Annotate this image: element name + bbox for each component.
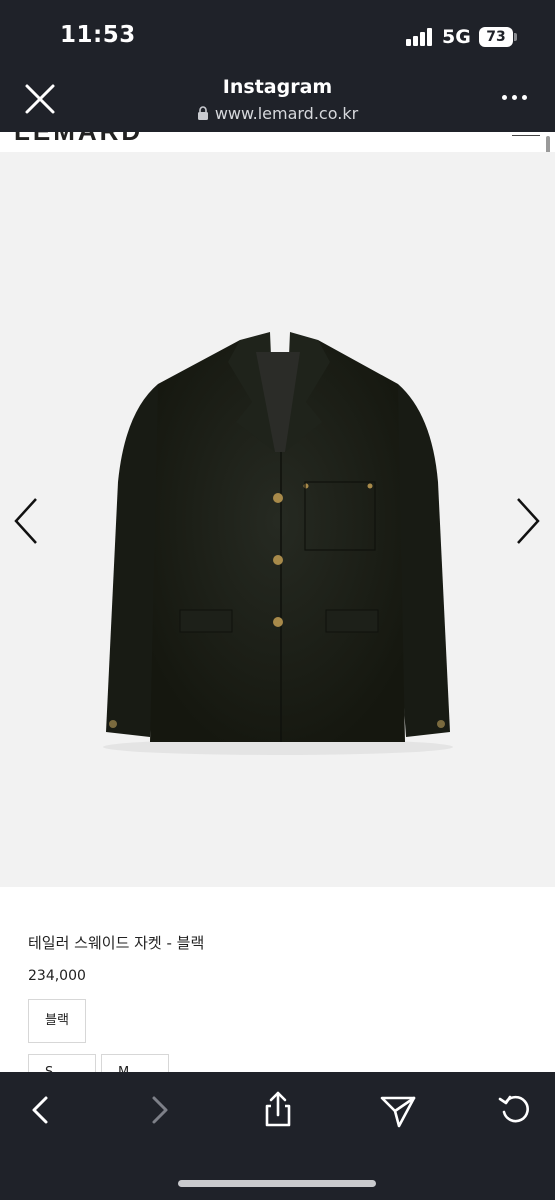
share-icon [265, 1091, 291, 1127]
chevron-right-icon [517, 498, 540, 544]
lock-icon [197, 106, 208, 120]
forward-button[interactable] [140, 1090, 180, 1130]
battery-level: 73 [479, 27, 513, 47]
network-label: 5G [442, 26, 471, 48]
back-icon [32, 1096, 48, 1124]
product-image [103, 332, 453, 755]
back-button[interactable] [20, 1090, 60, 1130]
status-bar: 11:53 5G 73 [0, 0, 555, 70]
reload-button[interactable] [496, 1090, 536, 1130]
size-option-button[interactable]: S [28, 1054, 96, 1072]
home-indicator[interactable] [178, 1180, 376, 1187]
battery-icon: 73 [479, 27, 517, 47]
hamburger-menu-icon[interactable] [512, 132, 540, 136]
web-content[interactable]: LEMARD [0, 132, 555, 1072]
status-time: 11:53 [60, 22, 136, 48]
previous-image-button[interactable] [10, 496, 44, 546]
next-image-button[interactable] [510, 496, 544, 546]
chevron-left-icon [14, 498, 37, 544]
send-button[interactable] [378, 1090, 418, 1130]
size-option-button[interactable]: M [101, 1054, 169, 1072]
product-price: 234,000 [28, 968, 86, 984]
reload-icon [498, 1095, 529, 1123]
forward-icon [152, 1096, 168, 1124]
browser-title: Instagram [222, 76, 333, 98]
color-option-button[interactable]: 블랙 [28, 999, 86, 1043]
signal-icon [406, 28, 434, 46]
product-name: 테일러 스웨이드 자켓 - 블랙 [28, 934, 205, 952]
in-app-browser-header: Instagram www.lemard.co.kr [0, 70, 555, 132]
url-text: www.lemard.co.kr [214, 104, 359, 123]
send-icon [380, 1096, 416, 1128]
share-button[interactable] [258, 1090, 298, 1130]
url-display[interactable]: www.lemard.co.kr [0, 104, 555, 123]
product-image-gallery[interactable] [0, 152, 555, 887]
site-logo[interactable]: LEMARD [14, 132, 143, 144]
more-button[interactable] [500, 92, 530, 102]
